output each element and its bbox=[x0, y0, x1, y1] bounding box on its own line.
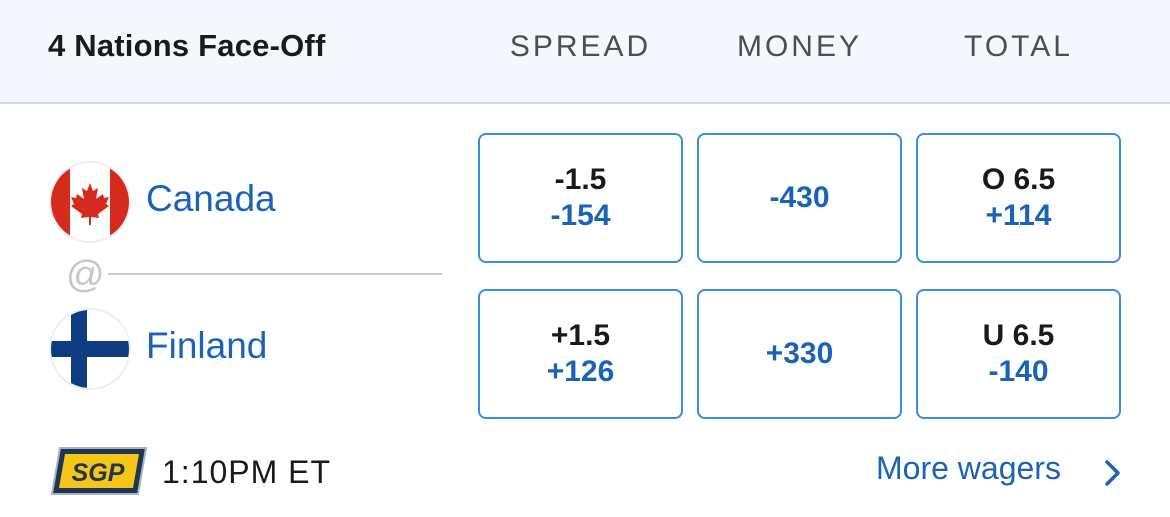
game-card: 4 Nations Face-Off SPREAD MONEY TOTAL Ca… bbox=[0, 0, 1170, 517]
event-title: 4 Nations Face-Off bbox=[48, 28, 326, 63]
finland-flag-icon bbox=[51, 310, 129, 388]
chevron-right-icon[interactable] bbox=[1100, 456, 1126, 490]
team-name-finland: Finland bbox=[146, 325, 268, 366]
total-price: +114 bbox=[985, 199, 1052, 232]
moneyline-price: -430 bbox=[769, 181, 830, 214]
spread-price: +126 bbox=[546, 355, 615, 388]
card-header: 4 Nations Face-Off SPREAD MONEY TOTAL bbox=[0, 0, 1170, 104]
sgp-badge-icon: SGP bbox=[50, 446, 148, 496]
spread-line: -1.5 bbox=[554, 163, 607, 196]
spread-price: -154 bbox=[550, 199, 611, 232]
game-time: 1:10PM ET bbox=[162, 454, 332, 490]
column-header-total: TOTAL bbox=[964, 30, 1073, 63]
moneyline-price: +330 bbox=[765, 337, 834, 370]
under-total-button[interactable]: U 6.5 -140 bbox=[916, 289, 1121, 419]
column-header-money: MONEY bbox=[736, 30, 862, 63]
canada-flag-icon bbox=[51, 163, 129, 241]
more-wagers-link[interactable]: More wagers bbox=[876, 450, 1061, 487]
canada-spread-button[interactable]: -1.5 -154 bbox=[478, 133, 683, 263]
over-total-button[interactable]: O 6.5 +114 bbox=[916, 133, 1121, 263]
finland-moneyline-button[interactable]: +330 bbox=[697, 289, 902, 419]
total-price: -140 bbox=[988, 355, 1049, 388]
total-line: U 6.5 bbox=[982, 319, 1055, 352]
spread-line: +1.5 bbox=[550, 319, 611, 352]
canada-moneyline-button[interactable]: -430 bbox=[697, 133, 902, 263]
team-name-canada: Canada bbox=[146, 178, 276, 219]
sgp-badge-text: SGP bbox=[72, 459, 125, 487]
total-line: O 6.5 bbox=[981, 163, 1056, 196]
team-divider bbox=[108, 273, 442, 275]
column-header-spread: SPREAD bbox=[509, 30, 652, 63]
finland-spread-button[interactable]: +1.5 +126 bbox=[478, 289, 683, 419]
versus-at-sign: @ bbox=[66, 254, 105, 296]
